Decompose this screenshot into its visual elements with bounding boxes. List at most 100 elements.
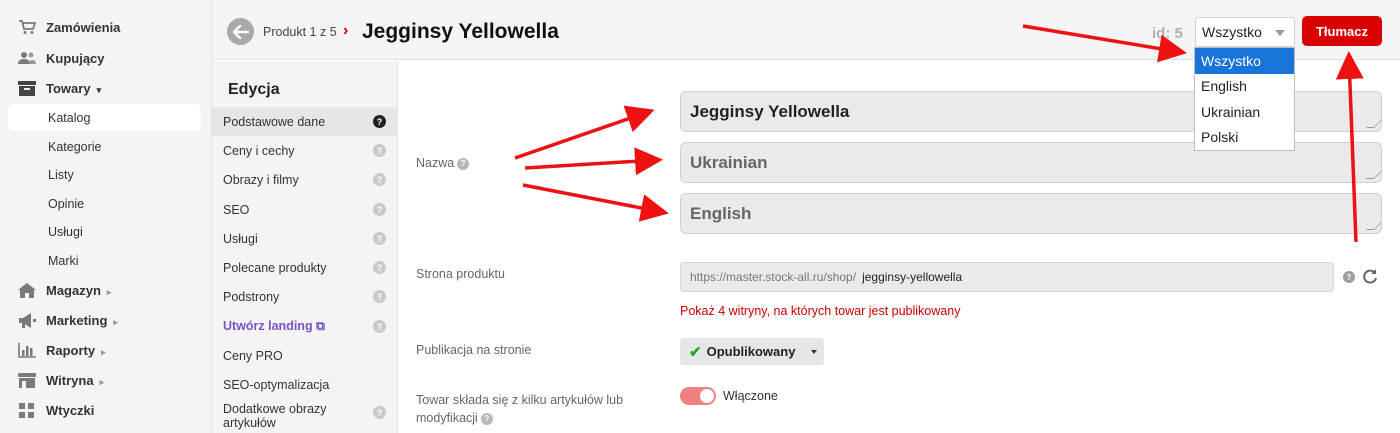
edit-menu-item-basic[interactable]: Podstawowe dane? [212, 107, 398, 136]
edit-menu-item-prices[interactable]: Ceny i cechy? [212, 136, 398, 165]
language-option[interactable]: English [1195, 74, 1294, 100]
help-icon[interactable]: ? [373, 203, 386, 216]
language-option[interactable]: Polski [1195, 125, 1294, 151]
language-select[interactable]: Wszystko [1195, 17, 1295, 47]
edit-menu-item-extra-images[interactable]: Dodatkowe obrazy artykułów? [212, 402, 398, 433]
sidebar-item-marketing[interactable]: Marketing ▸ [0, 306, 212, 334]
users-icon [18, 50, 36, 66]
menu-item-label: Podstawowe dane [223, 114, 326, 129]
variants-label-text: Towar składa się z kilku artykułów lub m… [416, 393, 624, 425]
publication-status-dropdown[interactable]: ✔ Opublikowany [680, 338, 824, 365]
chevron-right-icon: › [343, 22, 349, 39]
toggle-knob [700, 389, 714, 403]
help-icon[interactable]: ? [373, 320, 386, 333]
sidebar-subitem-catalog[interactable]: Katalog [8, 104, 201, 131]
help-icon[interactable]: ? [373, 232, 386, 245]
url-slug: jegginsy-yellowella [862, 270, 963, 284]
menu-item-label: Utwórz landing ⧉ [223, 319, 325, 333]
sidebar-item-warehouse[interactable]: Magazyn ▸ [0, 276, 212, 304]
breadcrumb[interactable]: Produkt 1 z 5 [263, 25, 337, 39]
sidebar-item-buyers[interactable]: Kupujący [0, 44, 212, 72]
menu-item-label: Podstrony [223, 289, 280, 304]
help-icon[interactable]: ? [373, 261, 386, 274]
language-option[interactable]: Wszystko [1195, 48, 1294, 74]
help-icon[interactable]: ? [480, 412, 493, 425]
sidebar-item-label: Towary [46, 80, 91, 96]
edit-menu-item-images[interactable]: Obrazy i filmy? [212, 165, 398, 194]
edit-menu-item-landing[interactable]: Utwórz landing ⧉? [212, 312, 398, 341]
product-url-field[interactable]: https://master.stock-all.ru/shop/ jeggin… [680, 262, 1334, 292]
menu-item-label: SEO-optymalizacja [223, 377, 330, 392]
refresh-icon[interactable] [1362, 268, 1378, 289]
name-input-value: Jegginsy Yellowella [690, 101, 850, 121]
edit-menu-item-services[interactable]: Usługi? [212, 224, 398, 253]
arrow-to-english-name [522, 183, 669, 222]
chevron-down-icon: ▾ [96, 84, 102, 95]
storefront-icon [18, 372, 36, 388]
language-option[interactable]: Ukrainian [1195, 99, 1294, 125]
back-arrow-icon[interactable] [227, 18, 254, 45]
language-select-value: Wszystko [1202, 24, 1262, 40]
sidebar-item-warehouse-label: Magazyn ▸ [46, 283, 111, 298]
menu-item-label: Ceny i cechy [223, 143, 295, 158]
sidebar-subitem-services[interactable]: Usługi [8, 218, 201, 245]
help-icon[interactable]: ? [373, 115, 386, 128]
chevron-right-icon: ▸ [101, 346, 106, 357]
sidebar-subitem-lists[interactable]: Listy [8, 161, 201, 188]
sidebar-item-label: Wtyczki [46, 402, 95, 418]
sidebar-item-storefront[interactable]: Witryna ▸ [0, 366, 212, 394]
variants-toggle-label: Włączone [723, 389, 778, 403]
sidebar-item-label: Magazyn [46, 282, 101, 298]
sidebar-item-products-label: Towary ▾ [46, 81, 101, 96]
menu-item-label: SEO [223, 202, 250, 217]
warehouse-icon [18, 282, 36, 298]
menu-item-label: Obrazy i filmy [223, 172, 299, 187]
name-field-label: Nazwa? [416, 156, 470, 170]
sidebar-item-reports[interactable]: Raporty ▸ [0, 336, 212, 364]
sidebar-subitem-brands[interactable]: Marki [8, 247, 201, 274]
edit-menu-item-seo[interactable]: SEO? [212, 195, 398, 224]
sidebar-item-products[interactable]: Towary ▾ [0, 74, 212, 102]
arrow-to-ukrainian-name [524, 147, 663, 176]
edit-menu: Edycja Podstawowe dane? Ceny i cechy? Ob… [212, 61, 398, 433]
resize-handle-icon[interactable] [1366, 171, 1382, 179]
sidebar-item-label: Kupujący [46, 50, 105, 66]
help-icon[interactable]: ? [373, 290, 386, 303]
product-id: id: 5 [1152, 25, 1183, 42]
chevron-right-icon: ▸ [106, 286, 112, 297]
sidebar-item-orders[interactable]: Zamówienia [0, 13, 212, 41]
edit-menu-item-seo-optimization[interactable]: SEO-optymalizacja [212, 370, 398, 399]
variants-label: Towar składa się z kilku artykułów lub m… [416, 391, 646, 427]
product-page-label: Strona produktu [416, 267, 505, 281]
megaphone-icon [18, 312, 36, 328]
help-icon[interactable]: ? [373, 144, 386, 157]
sidebar-item-storefront-label: Witryna ▸ [46, 373, 104, 388]
resize-handle-icon[interactable] [1366, 222, 1382, 230]
resize-handle-icon[interactable] [1366, 120, 1382, 128]
translate-button[interactable]: Tłumacz [1302, 16, 1382, 46]
edit-menu-item-pro-prices[interactable]: Ceny PRO [212, 341, 398, 370]
chart-icon [18, 342, 36, 358]
sidebar-item-reports-label: Raporty ▸ [46, 343, 106, 358]
variants-toggle[interactable] [680, 387, 716, 405]
name-label-text: Nazwa [416, 156, 455, 170]
checkmark-icon: ✔ [689, 343, 702, 361]
help-icon[interactable]: ? [457, 157, 470, 170]
chevron-right-icon: ▸ [99, 376, 105, 387]
name-input-english[interactable]: English [680, 193, 1382, 234]
sidebar-item-label: Zamówienia [46, 19, 121, 35]
name-input-value: English [690, 203, 752, 223]
edit-menu-item-recommended[interactable]: Polecane produkty? [212, 253, 398, 282]
help-icon[interactable]: ? [373, 173, 386, 186]
sidebar-subitem-reviews[interactable]: Opinie [8, 190, 201, 217]
sidebar-subitem-categories[interactable]: Kategorie [8, 133, 201, 160]
cart-icon [18, 19, 36, 35]
help-icon[interactable]: ? [1343, 271, 1355, 283]
edit-menu-item-subpages[interactable]: Podstrony? [212, 282, 398, 311]
menu-item-label: Polecane produkty [223, 260, 327, 275]
help-icon[interactable]: ? [373, 406, 386, 419]
arrow-to-default-name [514, 105, 655, 160]
publication-label: Publikacja na stronie [416, 343, 532, 357]
sidebar-item-plugins[interactable]: Wtyczki [0, 396, 212, 424]
published-sites-link[interactable]: Pokaż 4 witryny, na których towar jest p… [680, 304, 960, 318]
